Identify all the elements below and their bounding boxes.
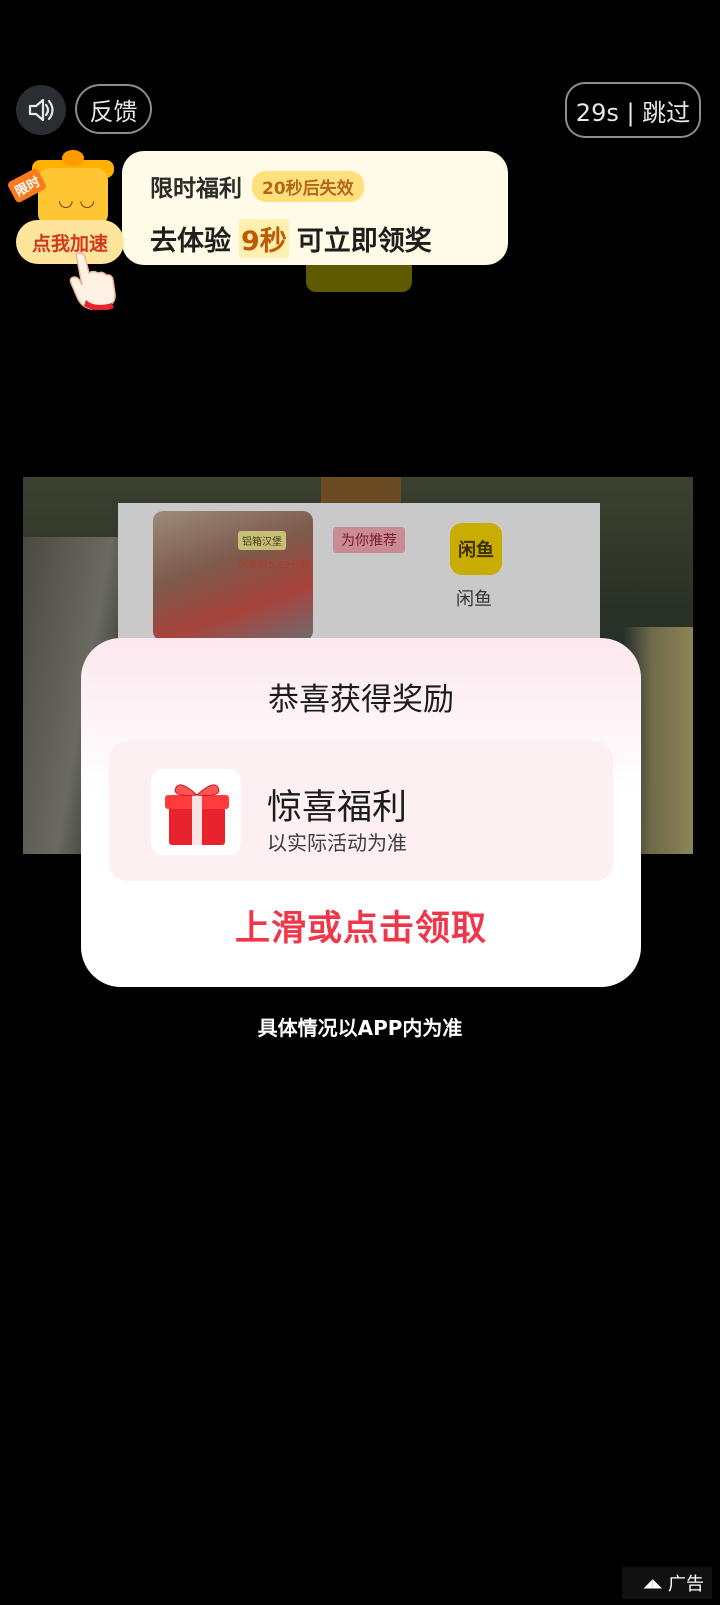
reward-title: 恭喜获得奖励 bbox=[268, 682, 454, 718]
recommend-tag: 为你推荐 bbox=[333, 527, 405, 553]
promo-seconds: 9秒 bbox=[239, 219, 289, 258]
claim-button[interactable]: 上滑或点击领取 bbox=[81, 900, 641, 951]
ad-network-icon: ◢◣ bbox=[643, 1576, 662, 1590]
promo-expiry-badge: 20秒后失效 bbox=[252, 170, 364, 202]
reward-name: 惊喜福利 bbox=[267, 788, 408, 828]
food-tag: 铝箱汉堡 bbox=[238, 531, 286, 550]
gift-box-bow bbox=[62, 150, 84, 166]
food-photo: 铝箱汉堡 闲鱼价5.69元起 bbox=[153, 511, 313, 641]
sound-toggle-button[interactable] bbox=[16, 85, 66, 135]
skip-button[interactable]: 29s | 跳过 bbox=[565, 82, 701, 138]
reward-note: 以实际活动为准 bbox=[267, 831, 407, 855]
disclaimer-text: 具体情况以APP内为准 bbox=[257, 1016, 463, 1040]
speed-up-button[interactable]: ◡ ◡ 限时 点我加速 bbox=[6, 150, 130, 315]
promo-line-suffix: 可立即领奖 bbox=[296, 226, 432, 257]
promo-title: 限时福利 bbox=[150, 176, 242, 202]
feedback-button[interactable]: 反馈 bbox=[75, 84, 152, 134]
promo-tab-shadow bbox=[306, 262, 412, 292]
pointing-hand-icon bbox=[69, 252, 116, 310]
promo-line-prefix: 去体验 bbox=[150, 226, 231, 257]
ad-label: ◢◣ 广告 bbox=[622, 1567, 712, 1599]
ad-label-text: 广告 bbox=[668, 1574, 704, 1595]
reward-card[interactable]: 恭喜获得奖励 惊喜福利 以实际活动为准 上滑或点击领取 bbox=[81, 638, 641, 987]
gift-face: ◡ ◡ bbox=[58, 190, 96, 211]
gift-image bbox=[151, 769, 241, 855]
speaker-icon bbox=[28, 98, 54, 122]
app-name: 闲鱼 bbox=[456, 589, 492, 610]
xianyu-logo: 闲鱼 bbox=[450, 523, 502, 575]
reward-item: 惊喜福利 以实际活动为准 bbox=[109, 741, 613, 881]
promo-banner[interactable]: 限时福利 20秒后失效 去体验 9秒 可立即领奖 bbox=[122, 151, 508, 265]
food-price: 闲鱼价5.69元起 bbox=[238, 560, 311, 571]
gift-icon bbox=[165, 784, 229, 845]
